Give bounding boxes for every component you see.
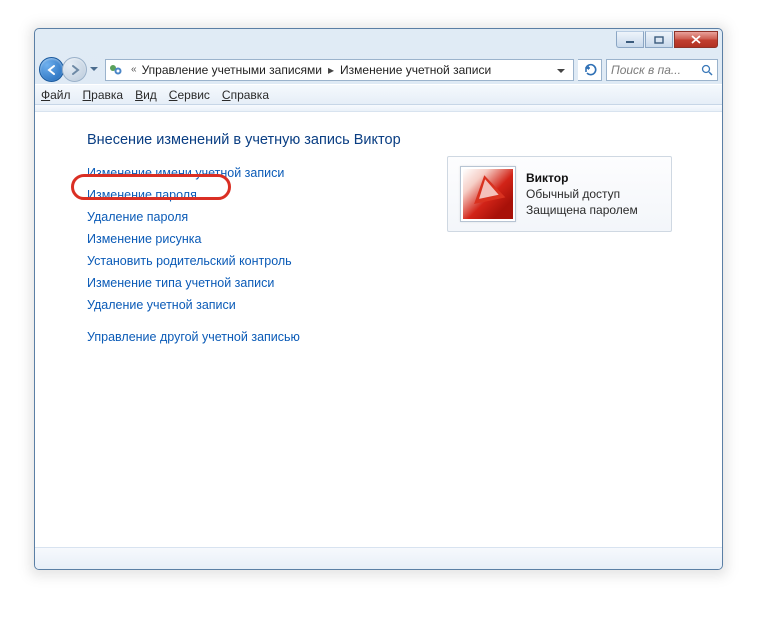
user-protection: Защищена паролем: [526, 202, 638, 218]
menu-view[interactable]: Вид: [135, 88, 157, 102]
maximize-button[interactable]: [645, 31, 673, 48]
address-bar: « Управление учетными записями ▸ Изменен…: [35, 55, 722, 84]
page-title: Внесение изменений в учетную запись Викт…: [87, 132, 417, 148]
user-info: Виктор Обычный доступ Защищена паролем: [526, 170, 638, 219]
avatar: [460, 166, 516, 222]
back-button[interactable]: [39, 57, 64, 82]
search-placeholder: Поиск в па...: [611, 63, 681, 77]
close-button[interactable]: [674, 31, 718, 48]
link-manage-other[interactable]: Управление другой учетной записью: [87, 330, 417, 344]
content-area: Внесение изменений в учетную запись Викт…: [35, 112, 722, 547]
toolbar-strip: [35, 105, 722, 112]
breadcrumb-item-2[interactable]: Изменение учетной записи: [340, 63, 491, 77]
chevron-right-icon[interactable]: ▸: [322, 63, 340, 77]
user-card: Виктор Обычный доступ Защищена паролем: [447, 156, 672, 232]
refresh-button[interactable]: [578, 59, 602, 81]
actions-column: Внесение изменений в учетную запись Викт…: [87, 132, 417, 537]
nav-buttons: [39, 57, 101, 82]
action-link-list: Изменение имени учетной записи Изменение…: [87, 166, 417, 344]
search-input[interactable]: Поиск в па...: [606, 59, 718, 81]
minimize-button[interactable]: [616, 31, 644, 48]
menu-bar: Файл Правка Вид Сервис Справка: [35, 84, 722, 105]
avatar-image: [463, 169, 513, 219]
menu-service[interactable]: Сервис: [169, 88, 210, 102]
link-parental-controls[interactable]: Установить родительский контроль: [87, 254, 417, 268]
link-rename-account[interactable]: Изменение имени учетной записи: [87, 166, 417, 180]
titlebar: [35, 29, 722, 55]
link-change-picture[interactable]: Изменение рисунка: [87, 232, 417, 246]
forward-button[interactable]: [62, 57, 87, 82]
user-column: Виктор Обычный доступ Защищена паролем: [447, 132, 672, 537]
breadcrumb-item-1[interactable]: Управление учетными записями: [142, 63, 322, 77]
status-bar: [35, 547, 722, 569]
link-remove-password[interactable]: Удаление пароля: [87, 210, 417, 224]
menu-help[interactable]: Справка: [222, 88, 269, 102]
menu-file[interactable]: Файл: [41, 88, 71, 102]
breadcrumb-overflow[interactable]: «: [126, 64, 142, 75]
window: « Управление учетными записями ▸ Изменен…: [34, 28, 723, 570]
link-change-password[interactable]: Изменение пароля: [87, 188, 417, 202]
link-change-type[interactable]: Изменение типа учетной записи: [87, 276, 417, 290]
nav-history-dropdown[interactable]: [87, 60, 101, 79]
control-panel-icon: [108, 62, 124, 78]
menu-edit[interactable]: Правка: [83, 88, 124, 102]
user-name: Виктор: [526, 170, 638, 186]
breadcrumb-dropdown[interactable]: [551, 63, 571, 77]
breadcrumb[interactable]: « Управление учетными записями ▸ Изменен…: [105, 59, 574, 81]
search-icon: [701, 64, 713, 76]
user-role: Обычный доступ: [526, 186, 638, 202]
link-delete-account[interactable]: Удаление учетной записи: [87, 298, 417, 312]
